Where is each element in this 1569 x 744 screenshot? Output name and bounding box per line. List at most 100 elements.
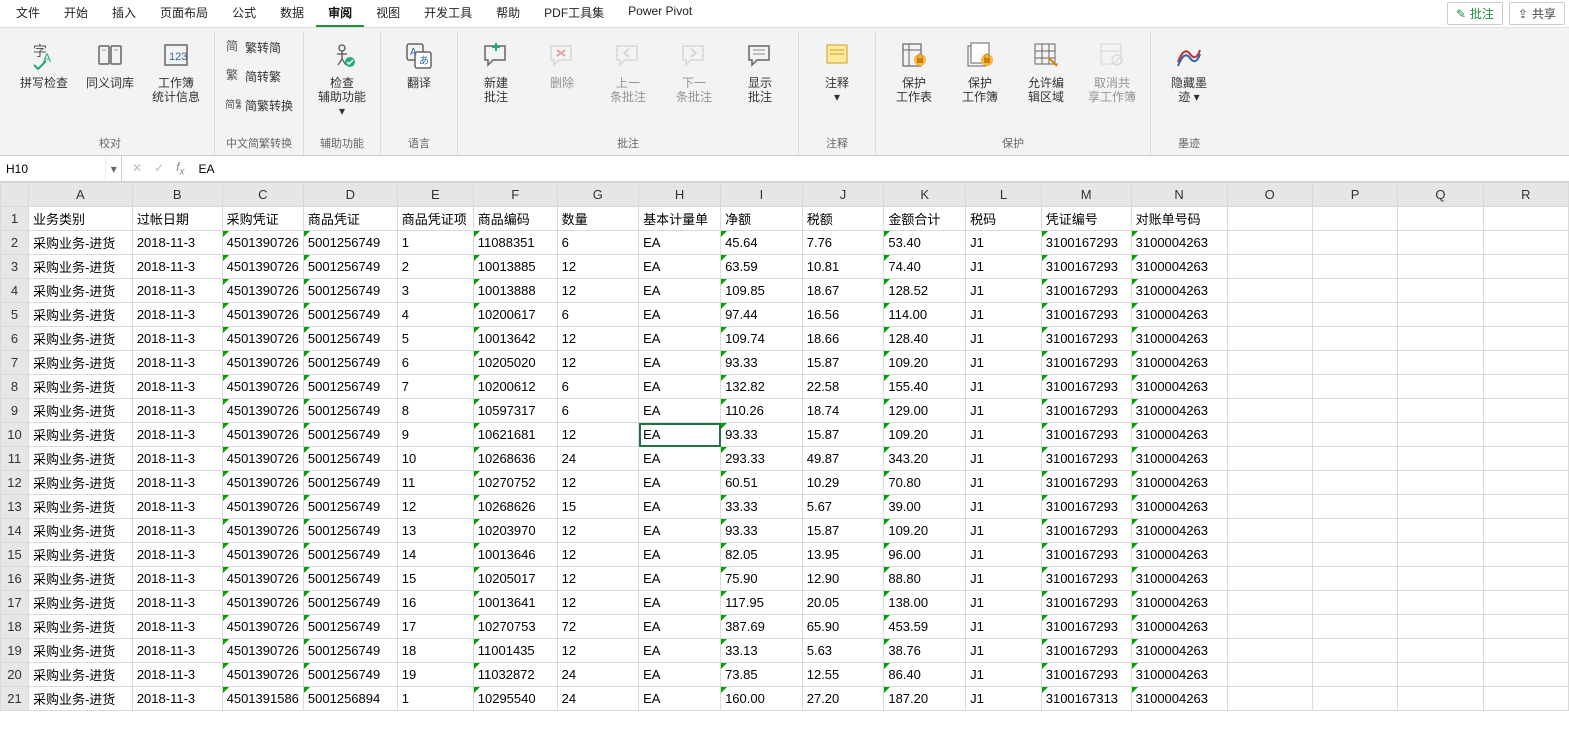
col-header-D[interactable]: D [303,183,397,207]
cell[interactable] [1483,543,1568,567]
cell[interactable]: 3100167293 [1041,351,1131,375]
cell[interactable]: EA [639,303,721,327]
cell[interactable]: J1 [966,447,1042,471]
cell[interactable]: 109.20 [884,351,966,375]
cell[interactable]: 4501390726 [222,351,303,375]
cell[interactable] [1483,279,1568,303]
cell[interactable]: 4 [397,303,473,327]
cell[interactable]: J1 [966,495,1042,519]
cell[interactable]: 12 [557,423,639,447]
menu-tab-开发工具[interactable]: 开发工具 [412,0,484,27]
cell[interactable]: 3100167293 [1041,639,1131,663]
cell[interactable]: 12.90 [802,567,884,591]
cell[interactable]: 5001256749 [303,399,397,423]
cell[interactable]: J1 [966,663,1042,687]
cell[interactable]: 5001256749 [303,663,397,687]
cell[interactable] [1312,231,1397,255]
cell[interactable]: 129.00 [884,399,966,423]
cell[interactable] [1483,327,1568,351]
cell[interactable] [1398,399,1483,423]
cell[interactable]: 3100004263 [1131,303,1227,327]
cell[interactable] [1312,519,1397,543]
cell[interactable]: 12 [557,591,639,615]
cell[interactable]: 3100004263 [1131,423,1227,447]
cell[interactable]: 采购业务-进货 [28,351,132,375]
cell[interactable]: 采购业务-进货 [28,399,132,423]
cell[interactable]: 24 [557,687,639,711]
cell[interactable]: 3100167293 [1041,447,1131,471]
ribbon-btn-psheet[interactable]: 保护工作表 [886,36,942,104]
cell[interactable] [1398,495,1483,519]
cell[interactable] [1227,375,1312,399]
cell[interactable]: 12 [557,351,639,375]
cell[interactable]: 采购业务-进货 [28,591,132,615]
cell[interactable]: 15.87 [802,519,884,543]
cell[interactable]: 采购业务-进货 [28,543,132,567]
cell[interactable]: 86.40 [884,663,966,687]
cell[interactable] [1398,687,1483,711]
cell[interactable]: 13.95 [802,543,884,567]
cell[interactable]: EA [639,639,721,663]
cell[interactable]: 3100004263 [1131,231,1227,255]
cell[interactable]: 3100004263 [1131,615,1227,639]
cell[interactable]: 12 [557,279,639,303]
cell[interactable]: 27.20 [802,687,884,711]
cell[interactable] [1398,567,1483,591]
cell[interactable]: EA [639,519,721,543]
cell[interactable]: 2018-11-3 [132,519,222,543]
cell[interactable]: 采购业务-进货 [28,327,132,351]
cell[interactable] [1312,567,1397,591]
cell[interactable]: 6 [557,303,639,327]
cell[interactable]: 2018-11-3 [132,471,222,495]
cell[interactable]: 70.80 [884,471,966,495]
cell[interactable] [1483,615,1568,639]
cell[interactable]: 2018-11-3 [132,663,222,687]
cell[interactable]: EA [639,255,721,279]
cell[interactable]: 6 [557,399,639,423]
cell[interactable]: 商品编码 [473,207,557,231]
name-box-input[interactable] [0,162,105,176]
cell[interactable]: 1 [397,687,473,711]
col-header-G[interactable]: G [557,183,639,207]
cell[interactable]: EA [639,471,721,495]
cancel-icon[interactable]: ✕ [132,161,142,175]
col-header-L[interactable]: L [966,183,1042,207]
ribbon-btn-book[interactable]: 同义词库 [82,36,138,90]
cell[interactable] [1312,375,1397,399]
cell[interactable] [1483,231,1568,255]
cell[interactable]: 5001256749 [303,303,397,327]
cell[interactable]: EA [639,423,721,447]
cell[interactable]: 3100004263 [1131,255,1227,279]
menu-tab-审阅[interactable]: 审阅 [316,0,364,27]
cell[interactable] [1227,351,1312,375]
cell[interactable]: 5.63 [802,639,884,663]
cell[interactable]: 10013888 [473,279,557,303]
ribbon-btn-pbook[interactable]: 保护工作簿 [952,36,1008,104]
cell[interactable] [1312,423,1397,447]
cell[interactable]: 109.85 [721,279,803,303]
row-header-11[interactable]: 11 [1,447,29,471]
cell[interactable] [1227,231,1312,255]
cell[interactable]: 5001256749 [303,567,397,591]
col-header-Q[interactable]: Q [1398,183,1483,207]
cell[interactable]: 净额 [721,207,803,231]
cell[interactable] [1483,663,1568,687]
cell[interactable]: 114.00 [884,303,966,327]
cell[interactable]: 5001256749 [303,639,397,663]
cell[interactable]: 2018-11-3 [132,303,222,327]
ribbon-btn-trans[interactable]: Aあ翻译 [391,36,447,90]
cell[interactable]: 税额 [802,207,884,231]
cell[interactable]: 387.69 [721,615,803,639]
cell[interactable]: 22.58 [802,375,884,399]
cell[interactable]: J1 [966,327,1042,351]
cell[interactable]: 3100167293 [1041,255,1131,279]
cell[interactable] [1483,567,1568,591]
confirm-icon[interactable]: ✓ [154,161,164,175]
cell[interactable]: 12 [557,327,639,351]
cell[interactable] [1227,447,1312,471]
cell[interactable]: J1 [966,591,1042,615]
col-header-E[interactable]: E [397,183,473,207]
cell[interactable]: 2018-11-3 [132,423,222,447]
cell[interactable] [1398,351,1483,375]
cell[interactable] [1398,639,1483,663]
